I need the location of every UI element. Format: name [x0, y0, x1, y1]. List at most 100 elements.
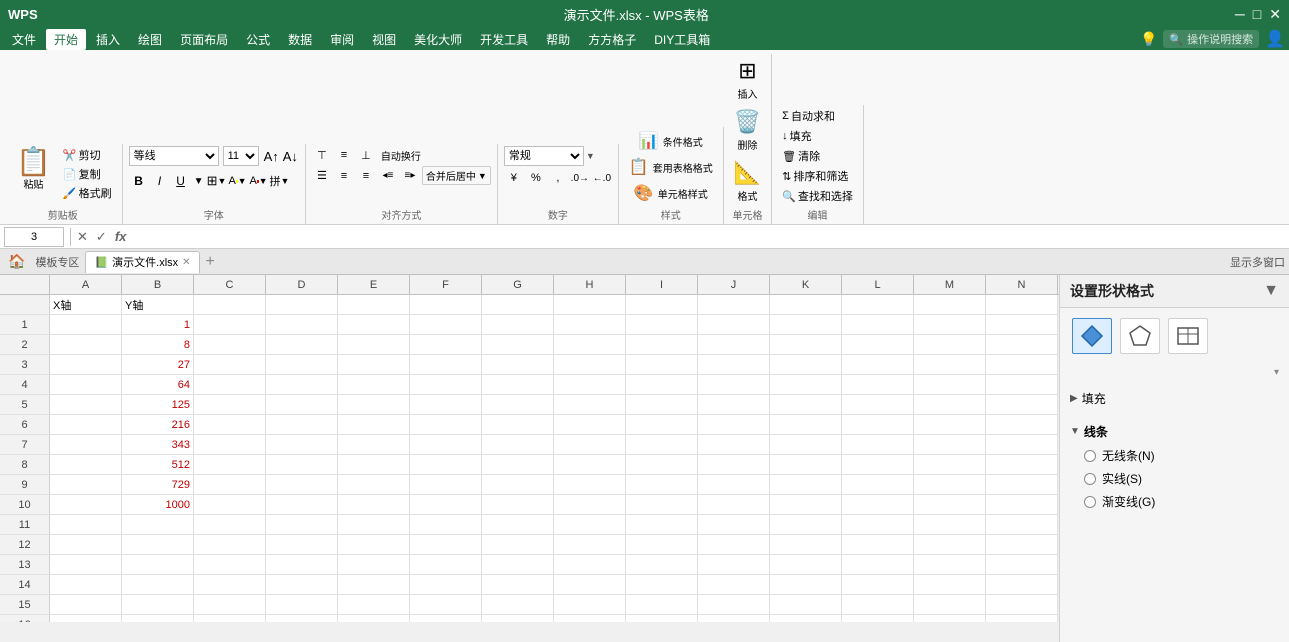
- col-header-L[interactable]: L: [842, 275, 914, 294]
- underline-arrow[interactable]: ▼: [194, 176, 204, 187]
- cell-H1[interactable]: [554, 295, 626, 315]
- cell-I1[interactable]: [626, 295, 698, 315]
- cell-C9[interactable]: [194, 455, 266, 475]
- cell-M7[interactable]: [914, 415, 986, 435]
- cell-F1[interactable]: [410, 295, 482, 315]
- conditional-format-button[interactable]: 📊 条件格式: [625, 129, 717, 153]
- tab-add-button[interactable]: +: [202, 253, 219, 271]
- cell-G8[interactable]: [482, 435, 554, 455]
- cell-F8[interactable]: [410, 435, 482, 455]
- col-header-F[interactable]: F: [410, 275, 482, 294]
- menu-file[interactable]: 文件: [4, 29, 44, 50]
- number-format-select[interactable]: 常规: [504, 146, 584, 166]
- solid-line-option[interactable]: 实线(S): [1060, 467, 1289, 490]
- no-line-radio[interactable]: [1084, 450, 1096, 462]
- menu-dev-tools[interactable]: 开发工具: [472, 29, 536, 50]
- cell-M2[interactable]: [914, 315, 986, 335]
- cell-H4[interactable]: [554, 355, 626, 375]
- cell-J3[interactable]: [698, 335, 770, 355]
- cell-L1[interactable]: [842, 295, 914, 315]
- cell-I4[interactable]: [626, 355, 698, 375]
- solid-line-radio[interactable]: [1084, 473, 1096, 485]
- menu-formula[interactable]: 公式: [238, 29, 278, 50]
- cell-C6[interactable]: [194, 395, 266, 415]
- merge-center-button[interactable]: 合并后居中 ▼: [422, 166, 491, 185]
- formula-input[interactable]: [130, 227, 1285, 247]
- col-header-G[interactable]: G: [482, 275, 554, 294]
- fill-color-button[interactable]: A ▼: [227, 171, 247, 191]
- cell-M3[interactable]: [914, 335, 986, 355]
- align-bottom-button[interactable]: ⊥: [356, 146, 376, 164]
- cell-E6[interactable]: [338, 395, 410, 415]
- col-header-I[interactable]: I: [626, 275, 698, 294]
- cell-A11[interactable]: [50, 495, 122, 515]
- col-header-D[interactable]: D: [266, 275, 338, 294]
- cell-H9[interactable]: [554, 455, 626, 475]
- cut-button[interactable]: ✂️ 剪切: [59, 146, 116, 164]
- copy-button[interactable]: 📄 复制: [59, 165, 116, 183]
- menu-home[interactable]: 开始: [46, 29, 86, 50]
- thousand-button[interactable]: ,: [548, 169, 568, 187]
- col-header-C[interactable]: C: [194, 275, 266, 294]
- maximize-icon[interactable]: □: [1253, 6, 1261, 23]
- cell-D5[interactable]: [266, 375, 338, 395]
- cell-M6[interactable]: [914, 395, 986, 415]
- cell-J6[interactable]: [698, 395, 770, 415]
- format-cell-button[interactable]: 📐 格式: [730, 158, 765, 205]
- cell-A6[interactable]: [50, 395, 122, 415]
- paste-button[interactable]: 📋 粘贴: [10, 146, 57, 193]
- delete-cell-button[interactable]: 🗑️ 删除: [730, 107, 765, 154]
- cell-G7[interactable]: [482, 415, 554, 435]
- cell-A10[interactable]: [50, 475, 122, 495]
- cell-L4[interactable]: [842, 355, 914, 375]
- col-header-H[interactable]: H: [554, 275, 626, 294]
- cell-L6[interactable]: [842, 395, 914, 415]
- fill-section-header[interactable]: ▶ 填充: [1060, 386, 1289, 411]
- cell-D9[interactable]: [266, 455, 338, 475]
- cell-A9[interactable]: [50, 455, 122, 475]
- user-icon[interactable]: 👤: [1265, 29, 1285, 49]
- cell-H11[interactable]: [554, 495, 626, 515]
- cell-G11[interactable]: [482, 495, 554, 515]
- col-header-K[interactable]: K: [770, 275, 842, 294]
- cell-B3[interactable]: 8: [122, 335, 194, 355]
- cell-B8[interactable]: 343: [122, 435, 194, 455]
- cell-B5[interactable]: 64: [122, 375, 194, 395]
- cell-J8[interactable]: [698, 435, 770, 455]
- border-button[interactable]: ⊞ ▼: [206, 171, 226, 191]
- cell-N9[interactable]: [986, 455, 1058, 475]
- cell-H3[interactable]: [554, 335, 626, 355]
- cell-G10[interactable]: [482, 475, 554, 495]
- cell-E4[interactable]: [338, 355, 410, 375]
- cell-E9[interactable]: [338, 455, 410, 475]
- menu-insert[interactable]: 插入: [88, 29, 128, 50]
- sheet-tab-demo[interactable]: 📗 演示文件.xlsx ✕: [85, 251, 199, 273]
- cell-C11[interactable]: [194, 495, 266, 515]
- col-header-E[interactable]: E: [338, 275, 410, 294]
- cell-A4[interactable]: [50, 355, 122, 375]
- cell-B7[interactable]: 216: [122, 415, 194, 435]
- close-icon[interactable]: ✕: [1269, 6, 1281, 23]
- cell-C7[interactable]: [194, 415, 266, 435]
- col-header-N[interactable]: N: [986, 275, 1058, 294]
- cell-B4[interactable]: 27: [122, 355, 194, 375]
- cell-L9[interactable]: [842, 455, 914, 475]
- menu-diy[interactable]: DIY工具箱: [646, 29, 718, 50]
- align-right-button[interactable]: ≡: [356, 167, 376, 185]
- minimize-icon[interactable]: ─: [1235, 6, 1245, 23]
- menu-draw[interactable]: 绘图: [130, 29, 170, 50]
- search-placeholder[interactable]: 操作说明搜索: [1187, 31, 1253, 47]
- cell-K11[interactable]: [770, 495, 842, 515]
- cell-M9[interactable]: [914, 455, 986, 475]
- cell-F11[interactable]: [410, 495, 482, 515]
- align-top-button[interactable]: ⊤: [312, 146, 332, 164]
- name-box[interactable]: [4, 227, 64, 247]
- cell-I3[interactable]: [626, 335, 698, 355]
- no-line-option[interactable]: 无线条(N): [1060, 444, 1289, 467]
- gradient-line-option[interactable]: 渐变线(G): [1060, 490, 1289, 513]
- special-format-button[interactable]: 拼 ▼: [269, 171, 289, 191]
- cell-L3[interactable]: [842, 335, 914, 355]
- cell-H5[interactable]: [554, 375, 626, 395]
- cell-N5[interactable]: [986, 375, 1058, 395]
- cell-C4[interactable]: [194, 355, 266, 375]
